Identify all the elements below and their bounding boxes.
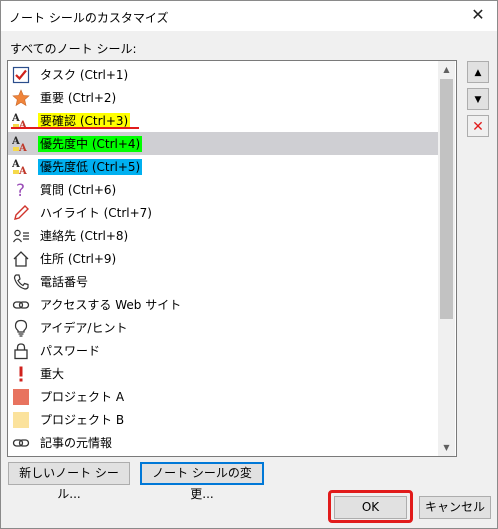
scroll-down-icon[interactable]: ▼ (438, 439, 455, 456)
square-icon (12, 411, 30, 429)
vertical-scrollbar[interactable]: ▲ ▼ (438, 61, 455, 456)
svg-text:A: A (18, 166, 27, 176)
tag-list-item[interactable]: ? 質問 (Ctrl+6) (8, 178, 438, 201)
remove-x-icon: ✕ (472, 119, 484, 135)
cancel-button[interactable]: キャンセル (419, 496, 491, 519)
svg-text:A: A (18, 143, 27, 153)
tag-label: ハイライト (Ctrl+7) (40, 206, 152, 220)
tag-list-item[interactable]: プロジェクト A (8, 385, 438, 408)
move-up-button[interactable]: ▲ (467, 61, 489, 83)
tag-list-item[interactable]: 重大 (8, 362, 438, 385)
lightbulb-icon (12, 319, 30, 337)
tag-label: 記事の元情報 (40, 436, 113, 450)
tag-listbox[interactable]: タスク (Ctrl+1) 重要 (Ctrl+2) A A 要確認 (Ctrl+3) A A 優… (7, 60, 457, 457)
tag-label: タスク (Ctrl+1) (40, 68, 129, 82)
tag-label: パスワード (40, 344, 101, 358)
tag-list-item[interactable]: アイデア/ヒント (8, 316, 438, 339)
lock-icon (12, 342, 30, 360)
pen-icon (12, 204, 30, 222)
svg-text:?: ? (16, 181, 25, 199)
tag-list-item[interactable]: 記事の元情報 (8, 431, 438, 454)
tag-list-item[interactable]: A A 優先度中 (Ctrl+4) (8, 132, 438, 155)
tag-list-item[interactable]: 電話番号 (8, 270, 438, 293)
tag-list-item[interactable]: パスワード (8, 339, 438, 362)
home-icon (12, 250, 30, 268)
customize-tags-dialog: ノート シールのカスタマイズ ✕ すべてのノート シール: タスク (Ctrl+… (0, 0, 498, 529)
modify-tag-button[interactable]: ノート シールの変更... (140, 462, 264, 501)
tag-list-item[interactable]: ハイライト (Ctrl+7) (8, 201, 438, 224)
tag-label: 優先度中 (Ctrl+4) (38, 136, 143, 152)
tag-list-item[interactable]: アクセスする Web サイト (8, 293, 438, 316)
tag-label: 質問 (Ctrl+6) (40, 183, 117, 197)
tag-label: プロジェクト B (40, 413, 125, 427)
tag-list-item[interactable]: プロジェクト B (8, 408, 438, 431)
question-icon: ? (12, 181, 30, 201)
scroll-up-icon[interactable]: ▲ (438, 61, 455, 78)
scroll-thumb[interactable] (440, 79, 453, 319)
tag-label: 連絡先 (Ctrl+8) (40, 229, 129, 243)
tag-label: アイデア/ヒント (40, 321, 128, 335)
title-bar: ノート シールのカスタマイズ ✕ (1, 1, 497, 31)
remove-tag-button[interactable]: ✕ (467, 115, 489, 137)
tag-list-label: すべてのノート シール: (10, 42, 137, 56)
contact-icon (12, 227, 30, 245)
window-title: ノート シールのカスタマイズ (9, 11, 169, 25)
tag-list-item[interactable]: 連絡先 (Ctrl+8) (8, 224, 438, 247)
link-icon (12, 434, 30, 452)
triangle-down-icon: ▼ (474, 95, 482, 105)
tag-label: 重大 (40, 367, 65, 381)
move-down-button[interactable]: ▼ (467, 88, 489, 110)
tag-list-item[interactable]: 住所 (Ctrl+9) (8, 247, 438, 270)
tag-list-item[interactable]: タスク (Ctrl+1) (8, 63, 438, 86)
exclamation-icon (12, 365, 30, 383)
close-icon[interactable]: ✕ (465, 3, 491, 27)
ok-annotation-box (328, 490, 413, 523)
link-icon (12, 296, 30, 314)
phone-icon (12, 273, 30, 291)
tag-label: 重要 (Ctrl+2) (40, 91, 117, 105)
tag-list-item[interactable]: A A 優先度低 (Ctrl+5) (8, 155, 438, 178)
annotation-underline (11, 127, 139, 129)
tag-label: 電話番号 (40, 275, 89, 289)
new-tag-button[interactable]: 新しいノート シール... (8, 462, 130, 501)
tag-label: 優先度低 (Ctrl+5) (38, 159, 143, 175)
square-icon (12, 388, 30, 406)
star-icon (12, 89, 30, 107)
tag-label: プロジェクト A (40, 390, 125, 404)
triangle-up-icon: ▲ (474, 68, 482, 78)
highlight-a-icon: AA (11, 158, 30, 177)
tag-label: 住所 (Ctrl+9) (40, 252, 117, 266)
checkbox-icon (12, 66, 30, 84)
tag-list-item[interactable]: 重要 (Ctrl+2) (8, 86, 438, 109)
highlight-a-icon: AA (11, 135, 30, 154)
tag-label: アクセスする Web サイト (40, 298, 182, 312)
